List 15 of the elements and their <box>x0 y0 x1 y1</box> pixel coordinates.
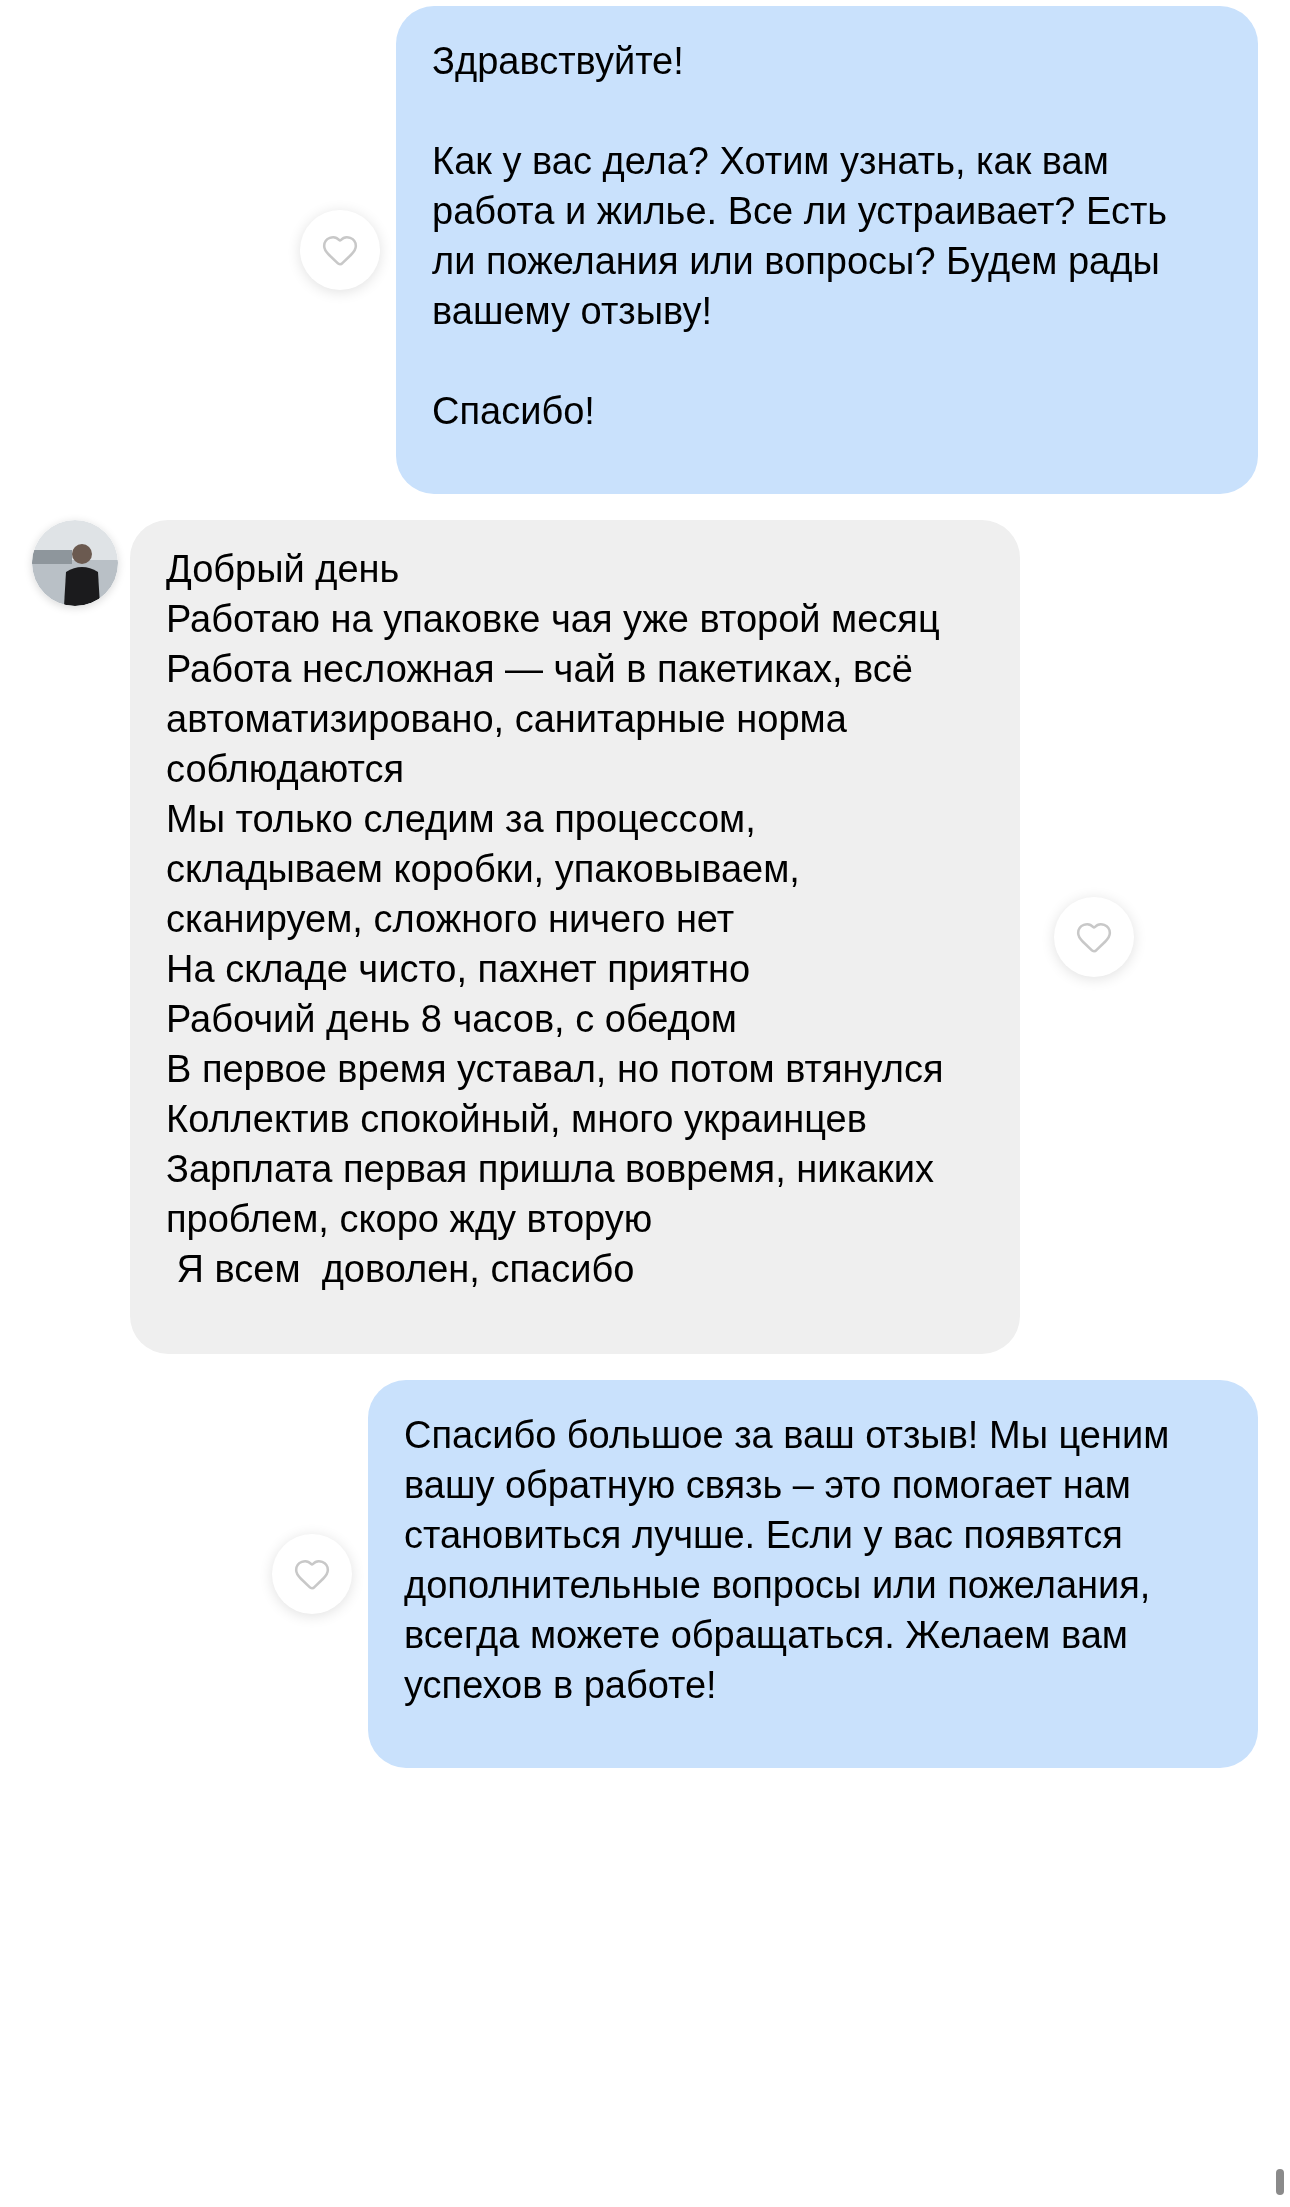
message-text: Спасибо большое за ваш отзыв! Мы ценим вашу обратную связь – это помогает нам становиться лучше. Если у вас появятся дополнительные вопросы или пожелания, всегда можете обращаться. Желаем вам успехов в работе! <box>404 1413 1171 1708</box>
message-text: На складе чисто, пахнет приятно <box>166 947 752 992</box>
message-text: Работаю на упаковке чая уже второй месяц <box>166 597 941 642</box>
message-text: Рабочий день 8 часов, с обедом <box>166 997 738 1042</box>
message-text: Добрый день <box>166 547 401 592</box>
message-text: Коллектив спокойный, много украинцев <box>166 1097 868 1142</box>
message-text: Здравствуйте! <box>432 39 685 84</box>
message-text: Мы только следим за процессом, складываем коробки, упаковываем, сканируем, сложного ничего нет <box>166 797 801 942</box>
message-text: Спасибо! <box>432 389 596 434</box>
scroll-indicator <box>1276 2169 1284 2195</box>
message-text: Я всем доволен, спасибо <box>175 1247 636 1292</box>
message-text: Зарплата первая пришла вовремя, никаких проблем, скоро жду вторую <box>166 1147 935 1242</box>
message-text: Работа несложная — чай в пакетиках, всё автоматизировано, санитарные норма соблюдаются <box>166 647 914 792</box>
message-text: Как у вас дела? Хотим узнать, как вам работа и жилье. Все ли устраивает? Есть ли пожелания или вопросы? Будем рады вашему отзыву! <box>432 139 1169 334</box>
message-text: В первое время уставал, но потом втянулся <box>166 1047 945 1092</box>
